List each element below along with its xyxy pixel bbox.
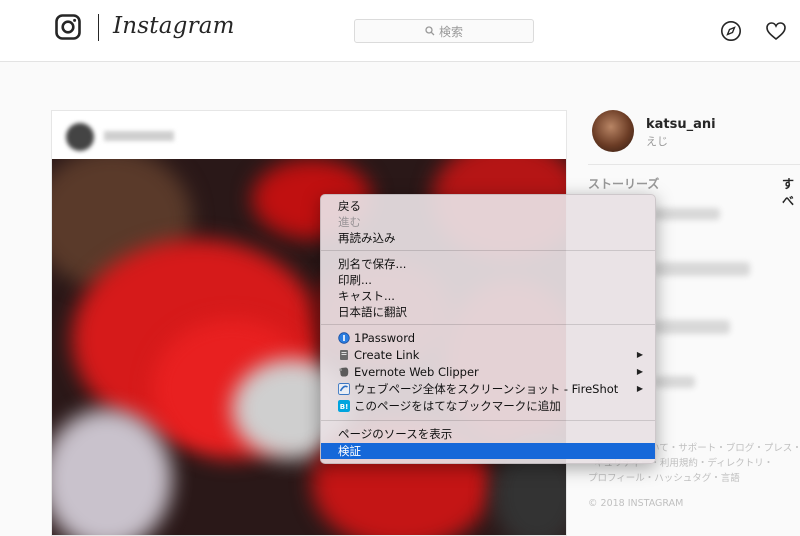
logo-divider: [98, 14, 99, 41]
menu-item-print[interactable]: 印刷...: [321, 272, 655, 288]
footer-links-line1[interactable]: いて・サポート・ブログ・プレス・AP: [650, 440, 800, 454]
menu-item-fireshot[interactable]: ウェブページ全体をスクリーンショット - FireShot ▶: [321, 381, 655, 397]
stories-heading: ストーリーズ: [588, 177, 660, 191]
menu-separator: [321, 324, 655, 325]
footer-links-line3[interactable]: プロフィール・ハッシュタグ・言語: [588, 470, 740, 484]
submenu-arrow-icon: ▶: [636, 350, 643, 359]
instagram-camera-icon[interactable]: [55, 14, 81, 40]
menu-item-label: 別名で保存...: [338, 257, 407, 271]
menu-item-forward: 進む: [321, 214, 655, 230]
menu-item-evernote[interactable]: Evernote Web Clipper ▶: [321, 364, 655, 380]
menu-item-label: ページのソースを表示: [338, 427, 453, 441]
heart-icon[interactable]: [765, 20, 787, 42]
menu-item-translate[interactable]: 日本語に翻訳: [321, 304, 655, 320]
hatena-icon-text: B!: [340, 403, 349, 411]
menu-item-back[interactable]: 戻る: [321, 198, 655, 214]
menu-item-save-as[interactable]: 別名で保存...: [321, 256, 655, 272]
search-placeholder: 検索: [438, 24, 463, 39]
post-header: [52, 111, 566, 159]
submenu-arrow-icon: ▶: [636, 367, 643, 376]
menu-item-label: 進む: [338, 215, 361, 229]
compass-icon[interactable]: [720, 20, 742, 42]
top-nav-bar: Instagram 検索: [0, 0, 800, 62]
post-author-name[interactable]: [104, 131, 174, 141]
menu-item-hatena-bookmark[interactable]: B! このページをはてなブックマークに追加: [321, 398, 655, 414]
menu-item-1password[interactable]: 1Password: [321, 330, 655, 346]
menu-item-inspect[interactable]: 検証: [321, 443, 655, 459]
profile-avatar[interactable]: [592, 110, 634, 152]
search-icon: [425, 26, 435, 36]
menu-separator: [321, 250, 655, 251]
menu-item-label: 再読み込み: [338, 231, 396, 245]
story-item[interactable]: [655, 208, 720, 220]
instagram-wordmark[interactable]: Instagram: [113, 13, 235, 39]
menu-item-label: ウェブページ全体をスクリーンショット - FireShot: [354, 382, 619, 396]
menu-item-view-source[interactable]: ページのソースを表示: [321, 426, 655, 442]
menu-item-label: キャスト...: [338, 289, 395, 303]
create-link-icon: [340, 350, 348, 360]
evernote-elephant-icon: [339, 367, 349, 377]
search-input[interactable]: 検索: [354, 19, 534, 43]
profile-display-name: えじ: [646, 135, 668, 148]
menu-item-reload[interactable]: 再読み込み: [321, 230, 655, 246]
fireshot-icon: [338, 383, 350, 395]
menu-item-label: 日本語に翻訳: [338, 305, 407, 319]
sidebar-divider: [588, 164, 800, 165]
submenu-arrow-icon: ▶: [636, 384, 643, 393]
menu-item-label: Evernote Web Clipper: [354, 365, 479, 379]
menu-item-cast[interactable]: キャスト...: [321, 288, 655, 304]
menu-item-label: 印刷...: [338, 273, 372, 287]
onepassword-icon: [338, 332, 350, 344]
footer-copyright: © 2018 INSTAGRAM: [588, 498, 684, 509]
hatena-bookmark-icon: B!: [338, 400, 350, 412]
context-menu: 戻る 進む 再読み込み 別名で保存... 印刷... キャスト... 日本語に翻…: [320, 194, 656, 464]
post-author-avatar[interactable]: [66, 123, 94, 151]
story-item[interactable]: [655, 376, 695, 388]
menu-item-label: 戻る: [338, 199, 361, 213]
menu-item-label: 1Password: [354, 331, 416, 345]
profile-username[interactable]: katsu_ani: [646, 117, 716, 132]
story-item[interactable]: [655, 320, 730, 334]
menu-item-label: このページをはてなブックマークに追加: [354, 399, 561, 413]
menu-separator: [321, 420, 655, 421]
menu-item-label: Create Link: [354, 348, 420, 362]
menu-item-create-link[interactable]: Create Link ▶: [321, 347, 655, 363]
menu-item-label: 検証: [338, 444, 361, 458]
story-item[interactable]: [655, 262, 750, 276]
stories-view-all-link[interactable]: すべ: [782, 175, 800, 209]
